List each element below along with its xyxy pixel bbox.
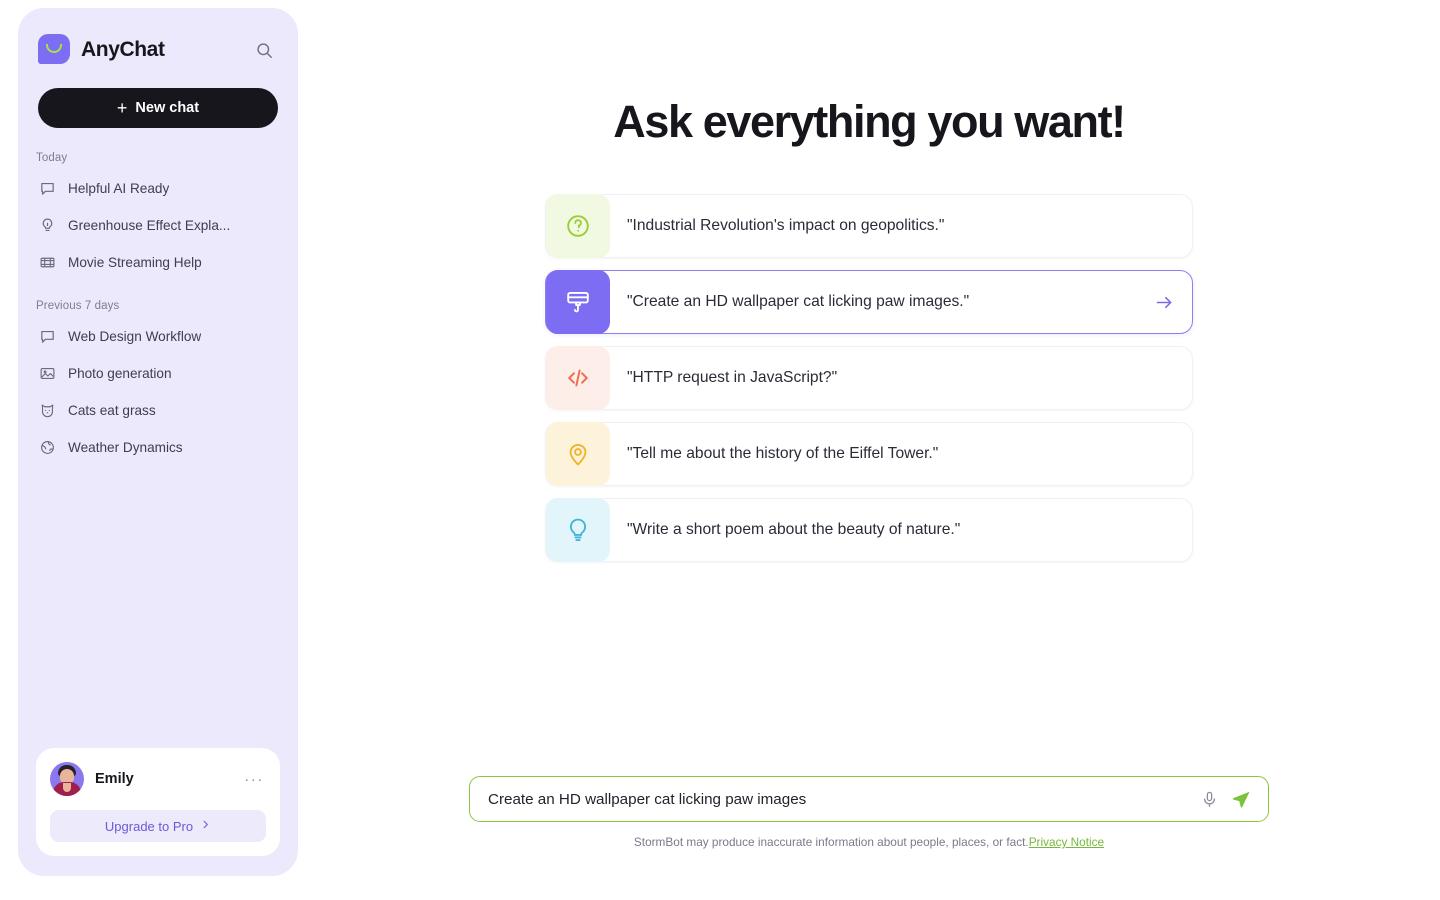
avatar[interactable]	[50, 762, 84, 796]
send-paper-plane-icon[interactable]	[1226, 784, 1256, 814]
suggestion-list: "Industrial Revolution's impact on geopo…	[545, 194, 1193, 562]
film-strip-icon	[38, 253, 56, 271]
sidebar-item-label: Web Design Workflow	[68, 328, 202, 344]
sidebar-item-label: Photo generation	[68, 365, 172, 381]
message-input[interactable]	[488, 790, 1194, 808]
suggestion-card-short-poem-nature[interactable]: "Write a short poem about the beauty of …	[545, 498, 1193, 562]
suggestion-card-http-request-javascript[interactable]: "HTTP request in JavaScript?"	[545, 346, 1193, 410]
lightbulb-icon	[546, 498, 610, 562]
suggestion-card-industrial-revolution[interactable]: "Industrial Revolution's impact on geopo…	[545, 194, 1193, 258]
profile-row: Emily ···	[50, 762, 266, 796]
plus-icon: +	[116, 97, 128, 118]
code-brackets-icon	[546, 346, 610, 410]
profile-more-options-button[interactable]: ···	[242, 768, 266, 791]
anychat-logo-icon	[38, 34, 70, 66]
suggestion-text: "Tell me about the history of the Eiffel…	[627, 445, 939, 462]
cat-icon	[38, 401, 56, 419]
suggestion-text: "Write a short poem about the beauty of …	[627, 521, 961, 538]
new-chat-label: New chat	[135, 100, 200, 116]
group-label-previous-7-days: Previous 7 days	[36, 300, 120, 312]
speech-bubble-icon	[38, 179, 56, 197]
disclaimer: StormBot may produce inaccurate informat…	[469, 835, 1269, 849]
sidebar: AnyChat + New chat Today Helpful AI Read…	[18, 8, 298, 876]
location-pin-icon	[546, 422, 610, 486]
image-icon	[38, 364, 56, 382]
search-icon[interactable]	[250, 36, 278, 64]
profile-card: Emily ··· Upgrade to Pro	[36, 748, 280, 856]
suggestion-text: "Create an HD wallpaper cat licking paw …	[627, 293, 970, 310]
microphone-icon[interactable]	[1194, 784, 1224, 814]
brand-name: AnyChat	[81, 38, 165, 61]
group-label-today: Today	[36, 152, 68, 164]
profile-name: Emily	[95, 771, 134, 787]
suggestion-text: "Industrial Revolution's impact on geopo…	[627, 217, 945, 234]
sidebar-item-cats-eat-grass[interactable]: Cats eat grass	[30, 393, 286, 427]
sidebar-item-helpful-ai-ready[interactable]: Helpful AI Ready	[30, 171, 286, 205]
arrow-right-icon[interactable]	[1152, 290, 1176, 314]
disclaimer-text: StormBot may produce inaccurate informat…	[633, 835, 1029, 849]
sidebar-item-weather-dynamics[interactable]: Weather Dynamics	[30, 430, 286, 464]
sidebar-item-greenhouse-effect[interactable]: Greenhouse Effect Expla...	[30, 208, 286, 242]
page-title: Ask everything you want!	[613, 96, 1126, 147]
sidebar-item-web-design-workflow[interactable]: Web Design Workflow	[30, 319, 286, 353]
upgrade-to-pro-button[interactable]: Upgrade to Pro	[50, 810, 266, 842]
suggestion-text: "HTTP request in JavaScript?"	[627, 369, 838, 386]
globe-cloud-icon	[38, 438, 56, 456]
upgrade-label: Upgrade to Pro	[104, 818, 194, 834]
sidebar-item-label: Greenhouse Effect Expla...	[68, 217, 231, 233]
sidebar-item-movie-streaming-help[interactable]: Movie Streaming Help	[30, 245, 286, 279]
sidebar-item-label: Weather Dynamics	[68, 439, 183, 455]
composer-area: StormBot may produce inaccurate informat…	[469, 776, 1269, 849]
question-circle-icon	[546, 194, 610, 258]
sidebar-item-label: Cats eat grass	[68, 402, 156, 418]
sidebar-item-label: Helpful AI Ready	[68, 180, 170, 196]
speech-bubble-icon	[38, 327, 56, 345]
composer	[469, 776, 1269, 822]
chevron-right-icon	[200, 819, 211, 833]
privacy-notice-link[interactable]: Privacy Notice	[1029, 835, 1104, 849]
paint-brush-icon	[546, 270, 610, 334]
suggestion-card-eiffel-tower-history[interactable]: "Tell me about the history of the Eiffel…	[545, 422, 1193, 486]
suggestion-card-hd-wallpaper-cat[interactable]: "Create an HD wallpaper cat licking paw …	[545, 270, 1193, 334]
sidebar-item-photo-generation[interactable]: Photo generation	[30, 356, 286, 390]
sidebar-header: AnyChat	[18, 8, 298, 70]
lightbulb-icon	[38, 216, 56, 234]
new-chat-button[interactable]: + New chat	[38, 88, 278, 128]
main-content: Ask everything you want! "Industrial Rev…	[298, 0, 1440, 900]
sidebar-item-label: Movie Streaming Help	[68, 254, 202, 270]
chat-history-nav: Today Helpful AI Ready Greenhouse Effect…	[18, 128, 298, 748]
